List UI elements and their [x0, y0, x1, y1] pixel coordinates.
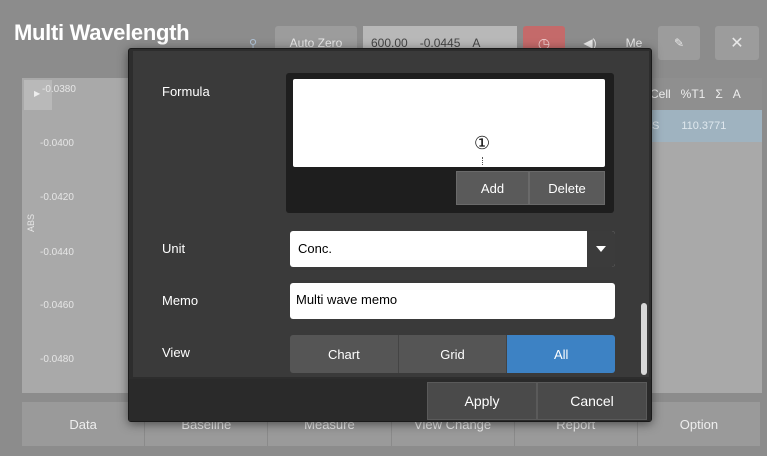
view-label: View: [162, 345, 190, 360]
tab-data[interactable]: Data: [22, 402, 146, 446]
add-button[interactable]: Add: [456, 171, 529, 205]
dialog-body: Formula ① Add Delete Unit Conc. Memo Mul…: [133, 51, 649, 377]
close-icon: ✕: [730, 35, 744, 52]
memo-label: Memo: [162, 293, 199, 308]
play-icon: ▶: [34, 89, 41, 98]
unit-value: Conc.: [298, 241, 332, 256]
y-tick: -0.0440: [40, 247, 74, 258]
cancel-button[interactable]: Cancel: [537, 382, 647, 420]
view-option-chart[interactable]: Chart: [290, 335, 399, 373]
column-header[interactable]: Cell: [650, 87, 671, 101]
y-tick: -0.0380: [42, 84, 76, 95]
formula-label: Formula: [162, 84, 210, 99]
callout-line: [482, 157, 483, 165]
dialog-footer: Apply Cancel: [129, 379, 651, 421]
tab-option[interactable]: Option: [637, 402, 761, 446]
view-option-grid[interactable]: Grid: [398, 335, 508, 373]
unit-label: Unit: [162, 241, 186, 256]
dropdown-button[interactable]: [587, 231, 615, 267]
table-cell: S: [652, 120, 660, 132]
memo-input[interactable]: Multi wave memo: [290, 283, 615, 319]
y-tick: -0.0480: [40, 354, 74, 365]
formula-dialog: Formula ① Add Delete Unit Conc. Memo Mul…: [128, 48, 652, 422]
unit-select[interactable]: Conc.: [290, 231, 615, 267]
formula-textarea[interactable]: [293, 79, 605, 167]
table-cell: 110.3771: [681, 120, 727, 132]
chevron-down-icon: [596, 246, 606, 252]
app-title: Multi Wavelength: [14, 20, 190, 45]
table-header: Cell %T1 Σ A: [640, 78, 762, 110]
delete-button[interactable]: Delete: [529, 171, 605, 205]
column-header[interactable]: Σ: [715, 87, 722, 101]
y-tick: -0.0460: [40, 300, 74, 311]
column-header[interactable]: %T1: [681, 87, 706, 101]
formula-panel: ① Add Delete: [286, 73, 614, 213]
close-button[interactable]: ✕: [715, 26, 759, 60]
view-segmented-control: Chart Grid All: [290, 335, 615, 373]
view-option-all[interactable]: All: [507, 335, 615, 373]
y-axis-label: ABS: [26, 213, 36, 232]
edit-button[interactable]: ✎: [658, 26, 700, 60]
edit-icon: ✎: [673, 36, 685, 50]
table-row[interactable]: S 110.3771: [640, 110, 762, 142]
apply-button[interactable]: Apply: [427, 382, 537, 420]
callout-marker: ①: [474, 133, 491, 153]
y-tick: -0.0420: [40, 192, 74, 203]
scrollbar-thumb[interactable]: [641, 303, 647, 375]
column-header[interactable]: A: [733, 87, 741, 101]
y-tick: -0.0400: [40, 138, 74, 149]
